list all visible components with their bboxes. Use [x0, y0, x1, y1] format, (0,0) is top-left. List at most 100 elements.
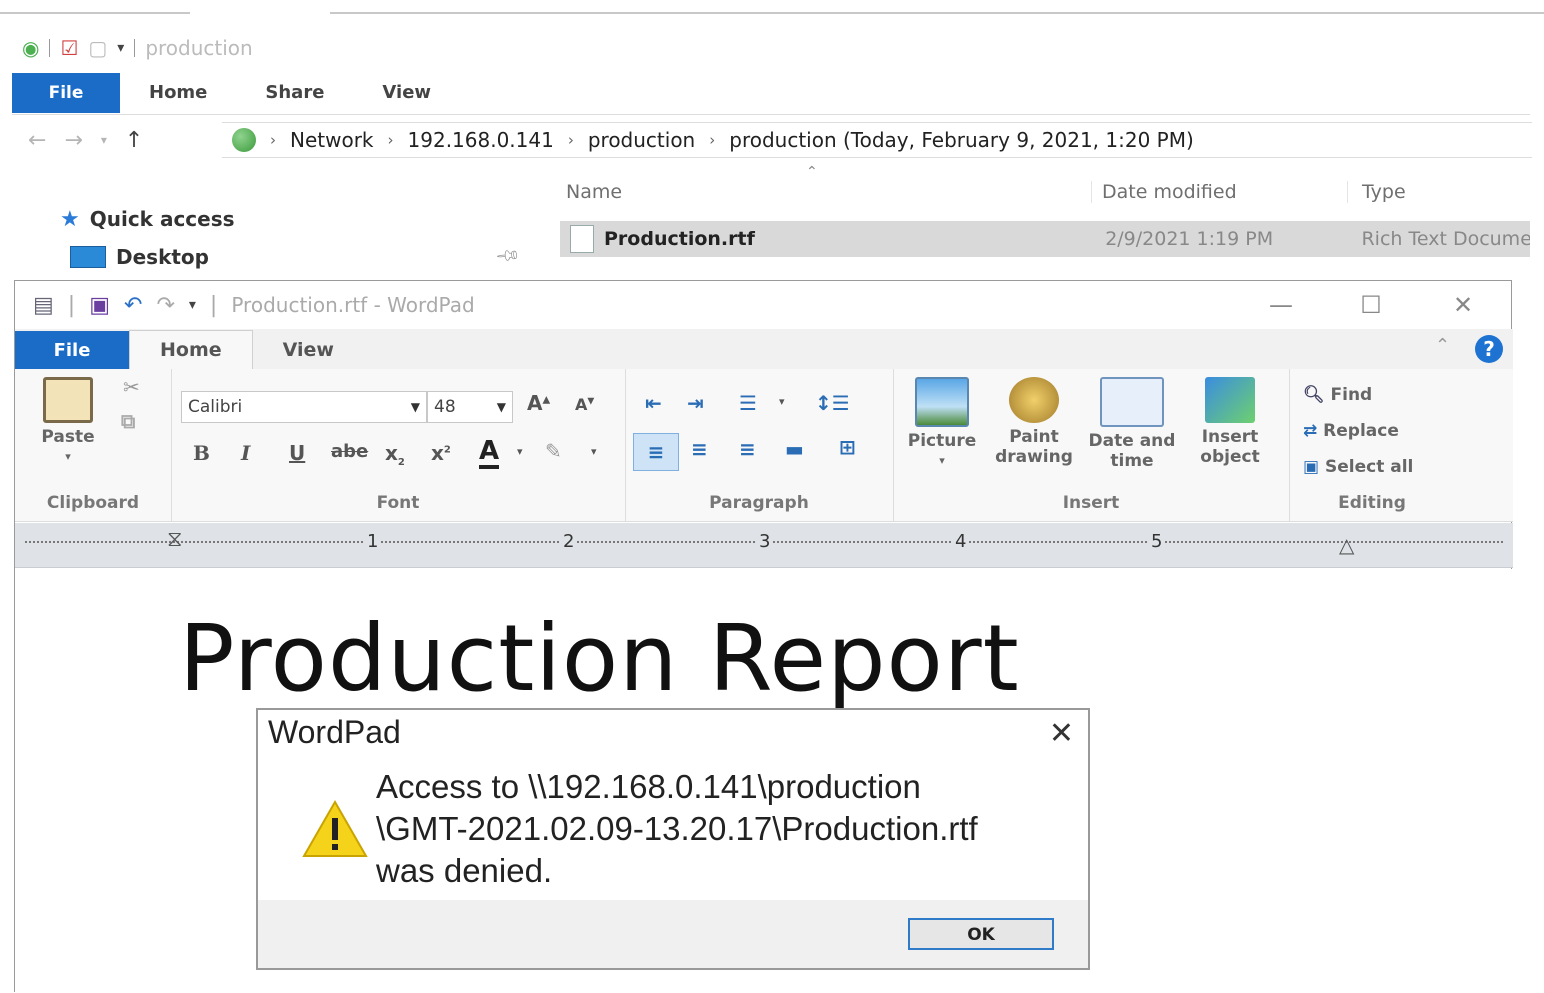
column-header-name[interactable]: Name: [560, 181, 1091, 203]
forward-arrow-icon[interactable]: →: [64, 128, 82, 153]
shrink-font-icon[interactable]: A▼: [575, 395, 594, 414]
close-icon[interactable]: ✕: [1049, 716, 1074, 751]
align-left-icon[interactable]: ≡: [633, 433, 679, 471]
tab-home[interactable]: Home: [129, 330, 253, 369]
customize-qat-icon[interactable]: ▾: [189, 297, 196, 313]
line-spacing-icon[interactable]: ↕☰: [815, 391, 850, 415]
paint-label-line2: drawing: [995, 447, 1073, 467]
decrease-indent-icon[interactable]: ⇤: [645, 391, 662, 415]
chevron-right-icon[interactable]: ›: [709, 131, 715, 149]
chevron-right-icon[interactable]: ›: [270, 131, 276, 149]
nav-item-quick-access[interactable]: ★ Quick access: [60, 200, 235, 238]
recent-locations-icon[interactable]: ▾: [101, 133, 107, 147]
tab-home[interactable]: Home: [120, 73, 236, 113]
find-button[interactable]: 🔍︎ Find: [1303, 385, 1372, 405]
bullet-list-icon[interactable]: ☰: [739, 391, 757, 415]
divider: |: [209, 292, 218, 318]
tab-share[interactable]: Share: [236, 73, 353, 113]
strikethrough-icon[interactable]: abe: [331, 441, 368, 462]
network-icon[interactable]: ◉: [22, 36, 39, 60]
replace-button[interactable]: ⇄ Replace: [1303, 421, 1399, 441]
clipboard-group: Paste ▾ ✂ ⧉ Clipboard: [15, 369, 172, 521]
breadcrumb-snapshot[interactable]: production (Today, February 9, 2021, 1:2…: [729, 128, 1194, 152]
chevron-right-icon[interactable]: ›: [388, 131, 394, 149]
up-arrow-icon[interactable]: ↑: [125, 128, 143, 153]
indent-marker-icon[interactable]: ⧖: [167, 527, 182, 552]
picture-button[interactable]: Picture ▾: [899, 377, 985, 471]
divider: [330, 12, 1544, 14]
paint-drawing-button[interactable]: Paint drawing: [987, 377, 1081, 467]
editing-group: 🔍︎ Find ⇄ Replace ▣ Select all Editing: [1289, 369, 1455, 521]
divider: |: [67, 292, 76, 318]
replace-label: Replace: [1323, 421, 1399, 441]
file-row[interactable]: Production.rtf 2/9/2021 1:19 PM Rich Tex…: [560, 221, 1530, 257]
font-family-value: Calibri: [188, 397, 243, 417]
superscript-icon[interactable]: x2: [431, 441, 451, 465]
date-time-button[interactable]: Date and time: [1083, 377, 1181, 471]
font-family-select[interactable]: Calibri ▼: [181, 391, 427, 423]
pin-icon[interactable]: 📌︎: [494, 242, 522, 270]
minimize-icon[interactable]: —: [1251, 281, 1311, 329]
close-icon[interactable]: ✕: [1433, 281, 1493, 329]
ruler-mark: 2: [561, 531, 577, 552]
nav-item-desktop[interactable]: Desktop: [60, 238, 235, 276]
explorer-quick-access-toolbar: ◉ ☑ ▢ ▾ production: [22, 32, 253, 64]
new-folder-icon[interactable]: ▢: [88, 36, 107, 60]
address-bar[interactable]: › Network › 192.168.0.141 › production ›…: [222, 122, 1532, 158]
italic-icon[interactable]: I: [241, 441, 250, 465]
back-arrow-icon[interactable]: ←: [28, 128, 46, 153]
breadcrumb-host[interactable]: 192.168.0.141: [408, 128, 554, 152]
copy-icon[interactable]: ⧉: [121, 409, 135, 433]
paste-button[interactable]: Paste ▾: [33, 377, 103, 467]
wordpad-quick-access-toolbar: ▤ | ▣ ↶ ↷ ▾ |: [15, 293, 217, 318]
tab-view[interactable]: View: [353, 73, 460, 113]
ruler[interactable]: ⧖ 1 2 3 4 5 △: [15, 523, 1513, 568]
ok-button[interactable]: OK: [908, 918, 1054, 950]
column-header-type[interactable]: Type: [1347, 181, 1406, 203]
maximize-icon[interactable]: ☐: [1341, 281, 1401, 329]
paragraph-group: ⇤ ⇥ ☰ ▾ ↕☰ ≡ ≡ ≡ ▬ ⊞ Paragraph: [625, 369, 894, 521]
paste-label: Paste: [41, 427, 95, 447]
file-explorer-window: ◉ ☑ ▢ ▾ production File Home Share View …: [0, 0, 1544, 280]
chevron-right-icon[interactable]: ›: [568, 131, 574, 149]
tab-file[interactable]: File: [15, 331, 129, 369]
paragraph-settings-icon[interactable]: ⊞: [839, 435, 856, 459]
divider: [0, 12, 190, 14]
file-name: Production.rtf: [604, 228, 755, 250]
increase-indent-icon[interactable]: ⇥: [687, 391, 704, 415]
insert-object-button[interactable]: Insert object: [1183, 377, 1277, 467]
divider: [134, 39, 136, 57]
object-label-line1: Insert: [1201, 427, 1259, 447]
breadcrumb-share[interactable]: production: [588, 128, 695, 152]
collapse-ribbon-icon[interactable]: ⌃: [1435, 335, 1450, 356]
wordpad-app-icon[interactable]: ▤: [33, 293, 54, 318]
breadcrumb-network[interactable]: Network: [290, 128, 374, 152]
text-color-icon[interactable]: A: [479, 437, 500, 469]
chevron-down-icon[interactable]: ▾: [517, 445, 523, 458]
cut-icon[interactable]: ✂: [123, 375, 140, 399]
tab-view[interactable]: View: [253, 331, 364, 369]
bold-icon[interactable]: B: [193, 441, 210, 465]
tab-file[interactable]: File: [12, 73, 120, 113]
chevron-down-icon[interactable]: ▾: [591, 445, 597, 458]
select-all-button[interactable]: ▣ Select all: [1303, 457, 1413, 477]
underline-icon[interactable]: U: [289, 441, 305, 465]
column-header-date[interactable]: Date modified: [1091, 181, 1347, 203]
align-right-icon[interactable]: ≡: [739, 437, 756, 461]
save-icon[interactable]: ▣: [89, 293, 110, 318]
align-center-icon[interactable]: ≡: [691, 437, 708, 461]
highlight-icon[interactable]: ✎: [545, 439, 562, 463]
undo-icon[interactable]: ↶: [124, 293, 142, 318]
grow-font-icon[interactable]: A▲: [527, 391, 550, 415]
chevron-down-icon[interactable]: ▾: [779, 395, 785, 408]
redo-icon[interactable]: ↷: [156, 293, 174, 318]
font-size-select[interactable]: 48 ▼: [427, 391, 513, 423]
properties-icon[interactable]: ☑: [60, 36, 78, 60]
document-icon: [570, 225, 594, 253]
subscript-icon[interactable]: x2: [385, 441, 405, 468]
find-label: Find: [1330, 385, 1373, 405]
customize-qat-icon[interactable]: ▾: [117, 40, 124, 56]
help-icon[interactable]: ?: [1475, 335, 1503, 363]
justify-icon[interactable]: ▬: [785, 437, 804, 461]
right-indent-marker-icon[interactable]: △: [1339, 533, 1354, 557]
